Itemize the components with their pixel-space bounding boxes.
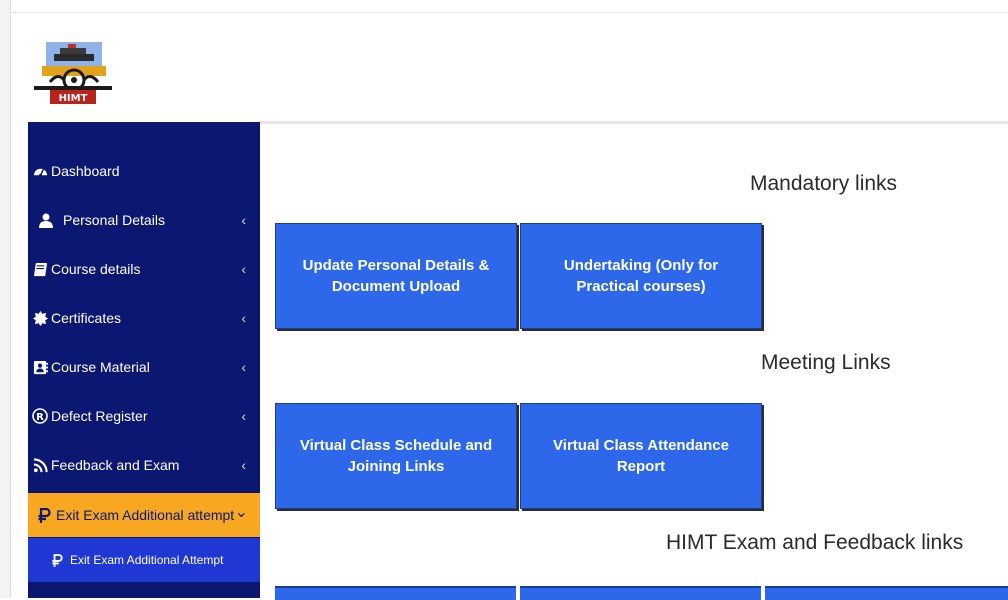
sidebar-item-label: Course details [51, 261, 141, 277]
virtual-class-schedule-button[interactable]: Virtual Class Schedule and Joining Links [275, 403, 517, 509]
undertaking-button[interactable]: Undertaking (Only for Practical courses) [520, 223, 762, 329]
sidebar-item-label: Course Material [51, 359, 150, 375]
sidebar-footer [28, 582, 260, 598]
sidebar: Dashboard Personal Details ‹ Course deta… [28, 122, 260, 598]
tile-label: Undertaking (Only for Practical courses) [563, 257, 719, 295]
header-divider [260, 121, 1008, 124]
himt-logo[interactable]: HIMT [28, 36, 118, 106]
sidebar-item-defect-register[interactable]: R Defect Register ‹ [28, 394, 260, 438]
chevron-left-icon: ‹ [241, 457, 246, 473]
sidebar-item-label: Feedback and Exam [51, 457, 180, 473]
chevron-down-icon: ⌄ [234, 504, 248, 521]
book-icon [32, 261, 48, 277]
logo-text: HIMT [59, 93, 88, 104]
user-icon [38, 212, 54, 228]
svg-text:R: R [36, 412, 44, 423]
rss-icon [32, 457, 48, 473]
tile-label: Virtual Class Schedule and Joining Links [299, 437, 493, 475]
sidebar-item-course-material[interactable]: Course Material ‹ [28, 345, 260, 389]
tile-label: Update Personal Details & Document Uploa… [302, 257, 490, 295]
submenu-item-label: Exit Exam Additional Attempt [70, 553, 224, 567]
registered-icon: R [32, 408, 48, 424]
section-title-mandatory: Mandatory links [750, 172, 898, 195]
sidebar-item-label: Defect Register [51, 408, 148, 424]
window-left-edge [0, 0, 11, 598]
chevron-left-icon: ‹ [241, 408, 246, 424]
chevron-left-icon: ‹ [241, 359, 246, 375]
chevron-left-icon: ‹ [241, 310, 246, 326]
ruble-icon [52, 553, 63, 567]
section-title-exam: HIMT Exam and Feedback links [666, 531, 964, 554]
sidebar-item-course-details[interactable]: Course details ‹ [28, 247, 260, 291]
sidebar-item-certificates[interactable]: Certificates ‹ [28, 296, 260, 340]
chevron-left-icon: ‹ [241, 212, 246, 228]
virtual-class-attendance-button[interactable]: Virtual Class Attendance Report [520, 403, 762, 509]
sidebar-item-personal-details[interactable]: Personal Details ‹ [28, 198, 260, 242]
sidebar-submenu: Exit Exam Additional Attempt [28, 538, 260, 582]
sidebar-item-label: Personal Details [63, 212, 165, 228]
chevron-left-icon: ‹ [241, 261, 246, 277]
tile-label: Virtual Class Attendance Report [553, 437, 729, 475]
section-title-meeting: Meeting Links [761, 351, 891, 374]
top-divider [10, 12, 1008, 13]
sidebar-item-exit-exam-additional-attempt[interactable]: Exit Exam Additional attempt ⌄ [28, 493, 260, 537]
address-book-icon [32, 359, 48, 375]
sidebar-item-dashboard[interactable]: Dashboard [28, 149, 260, 193]
sidebar-item-label: Dashboard [51, 163, 120, 179]
sidebar-item-label: Exit Exam Additional attempt [56, 507, 235, 523]
ruble-icon [36, 507, 52, 523]
sidebar-item-label: Certificates [51, 310, 122, 326]
update-personal-details-button[interactable]: Update Personal Details & Document Uploa… [275, 223, 517, 329]
submenu-item-exit-exam-additional-attempt[interactable]: Exit Exam Additional Attempt [28, 538, 260, 582]
sidebar-item-feedback-and-exam[interactable]: Feedback and Exam ‹ [28, 443, 260, 487]
badge-icon [32, 310, 48, 326]
dashboard-icon [32, 163, 48, 179]
